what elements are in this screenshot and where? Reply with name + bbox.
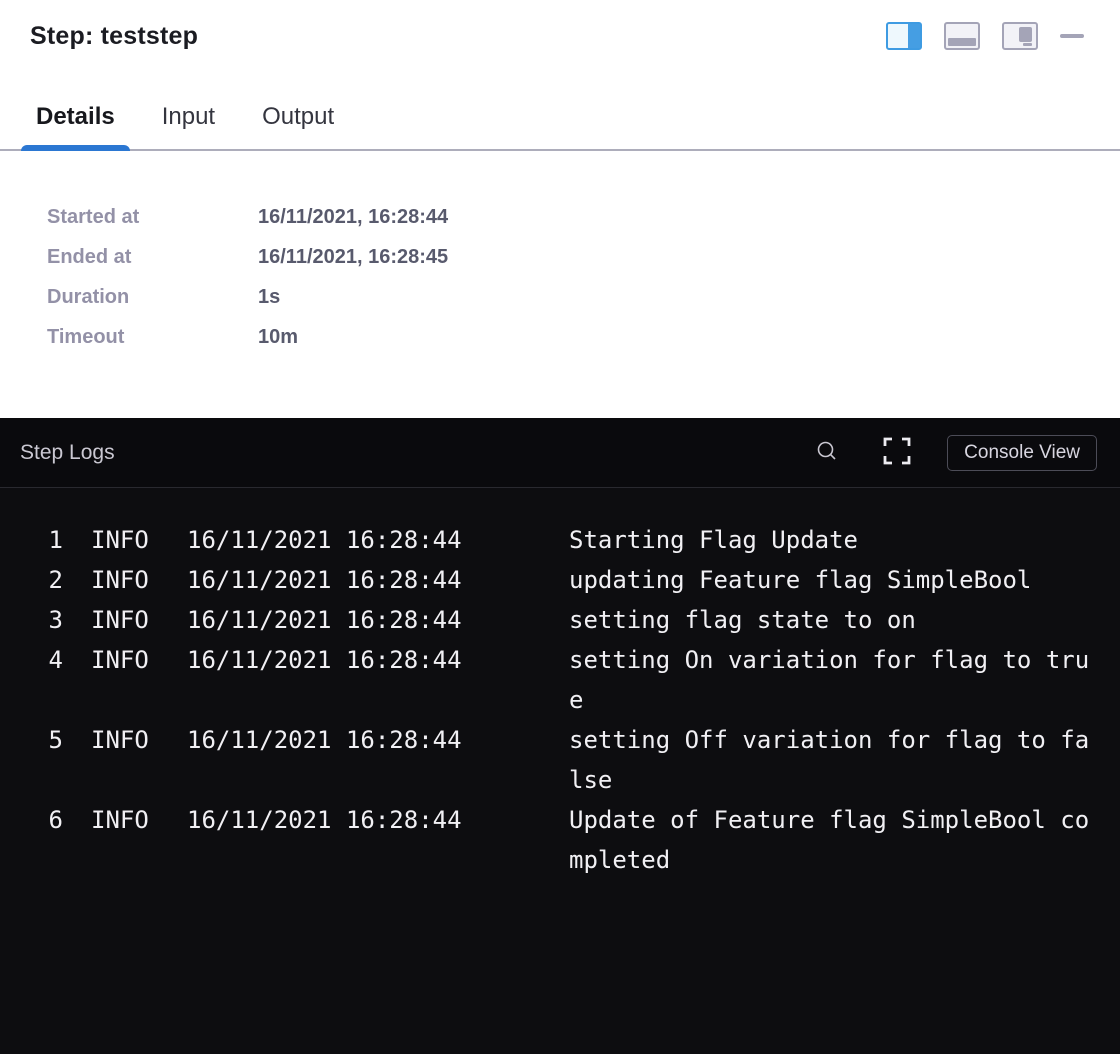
log-row: 1 INFO 16/11/2021 16:28:44 Starting Flag…: [23, 520, 1120, 560]
log-level: INFO: [91, 600, 149, 640]
log-line-number: 6: [23, 800, 63, 840]
tab-bar: Details Input Output: [0, 103, 1120, 151]
log-level: INFO: [91, 520, 149, 560]
detail-value: 1s: [258, 277, 280, 317]
floating-layout-icon[interactable]: [1002, 22, 1038, 50]
log-message: setting On variation for flag to true: [569, 640, 1095, 720]
console-view-button[interactable]: Console View: [947, 435, 1097, 471]
search-button[interactable]: [815, 439, 839, 466]
log-timestamp: 16/11/2021 16:28:44: [187, 640, 463, 680]
detail-value: 16/11/2021, 16:28:45: [258, 237, 448, 277]
page-title: Step: teststep: [30, 22, 198, 51]
log-message: Starting Flag Update: [569, 520, 1095, 560]
step-logs-header: Step Logs: [0, 418, 1120, 488]
step-logs-content: 1 INFO 16/11/2021 16:28:44 Starting Flag…: [0, 488, 1120, 880]
split-right-fill: [908, 24, 920, 48]
log-line-number: 4: [23, 640, 63, 680]
details-section: Started at 16/11/2021, 16:28:44 Ended at…: [0, 151, 1120, 388]
log-message: setting Off variation for flag to false: [569, 720, 1095, 800]
log-line-number: 1: [23, 520, 63, 560]
log-row: 6 INFO 16/11/2021 16:28:44 Update of Fea…: [23, 800, 1120, 880]
log-timestamp: 16/11/2021 16:28:44: [187, 800, 463, 840]
log-row: 5 INFO 16/11/2021 16:28:44 setting Off v…: [23, 720, 1120, 800]
log-level: INFO: [91, 720, 149, 760]
detail-row-started-at: Started at 16/11/2021, 16:28:44: [47, 197, 1120, 237]
detail-label: Started at: [47, 197, 258, 237]
log-timestamp: 16/11/2021 16:28:44: [187, 560, 463, 600]
log-line-number: 5: [23, 720, 63, 760]
floating-layout-bar: [1023, 43, 1032, 46]
log-line-number: 2: [23, 560, 63, 600]
detail-row-ended-at: Ended at 16/11/2021, 16:28:45: [47, 237, 1120, 277]
log-row: 4 INFO 16/11/2021 16:28:44 setting On va…: [23, 640, 1120, 720]
bottom-layout-icon[interactable]: [944, 22, 980, 50]
fullscreen-button[interactable]: [881, 435, 913, 470]
detail-label: Timeout: [47, 317, 258, 357]
step-logs-title: Step Logs: [20, 441, 115, 465]
bottom-layout-fill: [948, 38, 976, 46]
log-message: Update of Feature flag SimpleBool comple…: [569, 800, 1095, 880]
tab-details[interactable]: Details: [21, 103, 130, 149]
minimize-icon[interactable]: [1060, 34, 1084, 38]
search-icon: [815, 439, 839, 466]
log-timestamp: 16/11/2021 16:28:44: [187, 720, 463, 760]
tab-input[interactable]: Input: [147, 103, 230, 149]
expand-icon: [881, 435, 913, 470]
step-logs-actions: Console View: [815, 435, 1097, 471]
detail-row-duration: Duration 1s: [47, 277, 1120, 317]
log-level: INFO: [91, 640, 149, 680]
detail-label: Duration: [47, 277, 258, 317]
log-row: 3 INFO 16/11/2021 16:28:44 setting flag …: [23, 600, 1120, 640]
detail-value: 16/11/2021, 16:28:44: [258, 197, 448, 237]
log-row: 2 INFO 16/11/2021 16:28:44 updating Feat…: [23, 560, 1120, 600]
log-timestamp: 16/11/2021 16:28:44: [187, 600, 463, 640]
log-line-number: 3: [23, 600, 63, 640]
split-right-layout-icon[interactable]: [886, 22, 922, 50]
log-message: setting flag state to on: [569, 600, 1095, 640]
log-message: updating Feature flag SimpleBool: [569, 560, 1095, 600]
log-level: INFO: [91, 800, 149, 840]
tab-output[interactable]: Output: [247, 103, 349, 149]
step-header: Step: teststep: [0, 0, 1120, 51]
log-level: INFO: [91, 560, 149, 600]
detail-row-timeout: Timeout 10m: [47, 317, 1120, 357]
detail-value: 10m: [258, 317, 298, 357]
step-logs-panel: Step Logs: [0, 418, 1120, 1054]
detail-label: Ended at: [47, 237, 258, 277]
log-timestamp: 16/11/2021 16:28:44: [187, 520, 463, 560]
window-controls: [886, 20, 1084, 50]
floating-layout-rect: [1019, 27, 1032, 42]
